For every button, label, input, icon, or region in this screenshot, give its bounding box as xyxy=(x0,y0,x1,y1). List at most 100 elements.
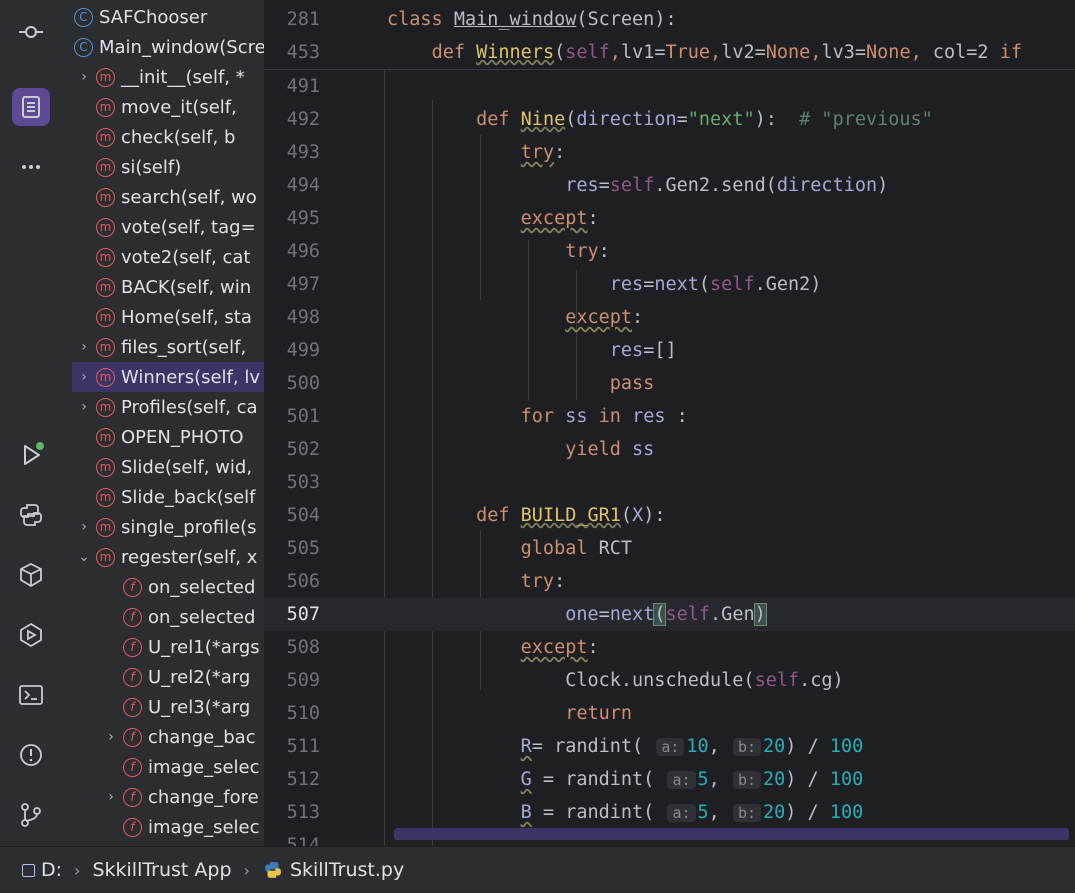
structure-item[interactable]: m move_it(self, xyxy=(72,92,264,122)
code-line[interactable]: 503 xyxy=(264,466,1075,499)
code-line[interactable]: 500 pass xyxy=(264,367,1075,400)
chevron-icon[interactable]: › xyxy=(99,789,123,805)
chevron-icon[interactable]: › xyxy=(72,399,96,415)
sticky-scroll-line[interactable]: 281 class Main_window(Screen): xyxy=(264,3,1075,36)
line-number: 501 xyxy=(286,406,320,427)
structure-item[interactable]: m vote(self, tag= xyxy=(72,212,264,242)
code-line[interactable]: 509 Clock.unschedule(self.cg) xyxy=(264,664,1075,697)
structure-item[interactable]: ⌄ m regester(self, x xyxy=(72,542,264,572)
sticky-scroll-line[interactable]: 453 def Winners(self,lv1=True,lv2=None,l… xyxy=(264,36,1075,69)
code-text: class Main_window(Screen): xyxy=(387,9,677,30)
structure-item[interactable]: f on_selected xyxy=(99,602,264,632)
structure-item[interactable]: f image_selec xyxy=(99,752,264,782)
code-text: try: xyxy=(520,142,566,163)
horizontal-scrollbar[interactable] xyxy=(394,828,1069,840)
python-console-icon[interactable] xyxy=(12,496,50,534)
code-line[interactable]: 498 except: xyxy=(264,301,1075,334)
breadcrumb-project[interactable]: SkkillTrust App xyxy=(92,859,231,881)
structure-item[interactable]: f image_selec xyxy=(99,812,264,842)
structure-item[interactable]: m si(self) xyxy=(72,152,264,182)
structure-item[interactable]: f U_rel2(*arg xyxy=(99,662,264,692)
code-line[interactable]: 506 try: xyxy=(264,565,1075,598)
line-number: 504 xyxy=(286,505,320,526)
structure-icon[interactable] xyxy=(12,88,50,126)
activity-bar xyxy=(0,0,62,846)
code-line[interactable]: 512 G = randint( a: 5, b: 20) / 100 xyxy=(264,763,1075,796)
structure-item[interactable]: › f change_bac xyxy=(99,722,264,752)
services-icon[interactable] xyxy=(12,616,50,654)
code-line[interactable]: 492 def Nine(direction="next"): # "previ… xyxy=(264,103,1075,136)
code-line[interactable]: 494 res=self.Gen2.send(direction) xyxy=(264,169,1075,202)
code-text: try: xyxy=(520,571,566,592)
code-line[interactable]: 504 def BUILD_GR1(X): xyxy=(264,499,1075,532)
code-line[interactable]: 496 try: xyxy=(264,235,1075,268)
chevron-icon[interactable]: › xyxy=(99,729,123,745)
structure-item[interactable]: › m single_profile(s xyxy=(72,512,264,542)
breadcrumb-file[interactable]: SkillTrust.py xyxy=(262,859,404,881)
code-line[interactable]: 499 res=[] xyxy=(264,334,1075,367)
chevron-icon[interactable]: ⌄ xyxy=(72,549,96,565)
structure-item[interactable]: › m files_sort(self, xyxy=(72,332,264,362)
structure-item[interactable]: f on_selected xyxy=(99,572,264,602)
structure-item[interactable]: › m Profiles(self, ca xyxy=(72,392,264,422)
code-line[interactable]: 510 return xyxy=(264,697,1075,730)
code-line[interactable]: 507 one=next(self.Gen) xyxy=(264,598,1075,631)
code-line[interactable]: 505 global RCT xyxy=(264,532,1075,565)
code-line[interactable]: 502 yield ss xyxy=(264,433,1075,466)
code-text: G = randint( a: 5, b: 20) / 100 xyxy=(520,769,864,790)
line-number: 497 xyxy=(286,274,320,295)
chevron-icon[interactable]: › xyxy=(72,369,96,385)
structure-item-label: on_selected xyxy=(148,576,256,598)
code-line[interactable]: 513 B = randint( a: 5, b: 20) / 100 xyxy=(264,796,1075,829)
code-line[interactable]: 493 try: xyxy=(264,136,1075,169)
code-line[interactable]: 497 res=next(self.Gen2) xyxy=(264,268,1075,301)
structure-item[interactable]: › f change_fore xyxy=(99,782,264,812)
more-icon[interactable] xyxy=(12,148,50,186)
structure-item[interactable]: m Slide_back(self xyxy=(72,482,264,512)
python-file-icon xyxy=(265,862,281,878)
function-icon: f xyxy=(123,817,142,837)
method-icon: m xyxy=(96,337,115,357)
line-number: 505 xyxy=(286,538,320,559)
structure-item-label: Main_window(Screen) xyxy=(99,36,264,58)
code-line[interactable]: 511 R= randint( a: 10, b: 20) / 100 xyxy=(264,730,1075,763)
structure-item-label: on_selected xyxy=(148,606,256,628)
code-text: def Winners(self,lv1=True,lv2=None,lv3=N… xyxy=(431,42,1022,63)
line-number: 453 xyxy=(286,42,320,63)
run-icon[interactable] xyxy=(12,436,50,474)
structure-item[interactable]: › m Winners(self, lv xyxy=(72,362,264,392)
code-text: one=next(self.Gen) xyxy=(565,603,767,626)
structure-item[interactable]: m search(self, wo xyxy=(72,182,264,212)
structure-item[interactable]: m BACK(self, win xyxy=(72,272,264,302)
code-line[interactable]: 508 except: xyxy=(264,631,1075,664)
code-line[interactable]: 491 xyxy=(264,70,1075,103)
code-editor[interactable]: 491 492 def Nine(direction="next"): # "pr… xyxy=(264,0,1075,846)
structure-item[interactable]: f U_rel3(*arg xyxy=(99,692,264,722)
terminal-icon[interactable] xyxy=(12,676,50,714)
python-packages-icon[interactable] xyxy=(12,556,50,594)
commit-icon[interactable] xyxy=(12,13,50,51)
chevron-icon[interactable]: › xyxy=(72,69,96,85)
line-number: 500 xyxy=(286,373,320,394)
structure-panel: CSAFChooserCMain_window(Screen)›m__init_… xyxy=(62,0,264,846)
structure-item[interactable]: m OPEN_PHOTO xyxy=(72,422,264,452)
structure-item[interactable]: m check(self, b xyxy=(72,122,264,152)
code-line[interactable]: 501 for ss in res : xyxy=(264,400,1075,433)
structure-item[interactable]: › m __init__(self, * xyxy=(72,62,264,92)
git-icon[interactable] xyxy=(12,796,50,834)
structure-item[interactable]: m Home(self, sta xyxy=(72,302,264,332)
line-number: 513 xyxy=(286,802,320,823)
code-text: except: xyxy=(520,637,599,658)
breadcrumb-drive[interactable]: D: xyxy=(22,859,62,881)
method-icon: m xyxy=(96,547,115,567)
structure-item[interactable]: m vote2(self, cat xyxy=(72,242,264,272)
structure-item[interactable]: f U_rel1(*args xyxy=(99,632,264,662)
chevron-icon[interactable]: › xyxy=(72,519,96,535)
code-line[interactable]: 495 except: xyxy=(264,202,1075,235)
problems-icon[interactable] xyxy=(12,736,50,774)
structure-item[interactable]: C Main_window(Screen) xyxy=(62,32,264,62)
chevron-icon[interactable]: › xyxy=(72,339,96,355)
method-icon: m xyxy=(96,457,115,477)
structure-item[interactable]: m Slide(self, wid, xyxy=(72,452,264,482)
structure-item[interactable]: C SAFChooser xyxy=(62,2,264,32)
